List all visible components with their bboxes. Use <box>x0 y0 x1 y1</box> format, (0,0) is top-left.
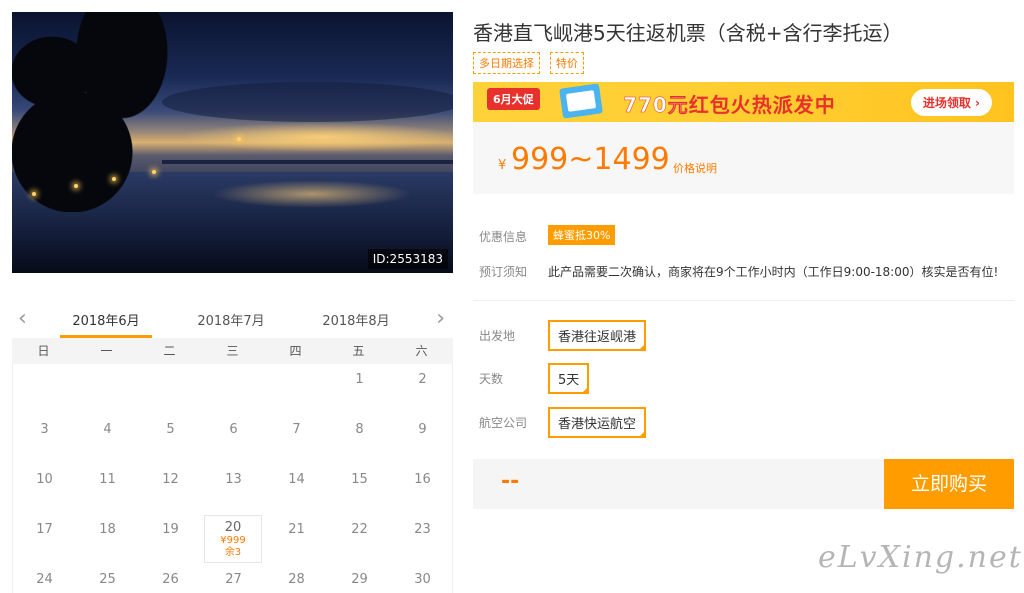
calendar-day[interactable]: 10 <box>13 464 76 514</box>
calendar-day[interactable]: 15 <box>328 464 391 514</box>
calendar-grid: 1 2 3 4 5 6 7 8 9 10 11 12 13 14 15 16 17 18 19 20 ¥999 余3 21 2… <box>12 364 453 593</box>
tag-special-price: 特价 <box>550 52 584 74</box>
weekday-label: 日 <box>37 344 50 358</box>
calendar-day[interactable]: 29 <box>328 564 391 593</box>
enter-venue-button[interactable]: 进场领取 › <box>910 89 992 116</box>
promo-amount: 770元 <box>623 93 689 118</box>
calendar-day[interactable]: 14 <box>265 464 328 514</box>
calendar-day[interactable]: 26 <box>139 564 202 593</box>
purchase-bar: -- 立即购买 <box>473 459 1014 509</box>
product-tags: 多日期选择 特价 <box>473 52 584 74</box>
photo-lamp <box>237 137 241 141</box>
departure-label: 出发地 <box>479 329 516 343</box>
discount-label: 优惠信息 <box>479 230 528 244</box>
notice-label: 预订须知 <box>479 265 528 279</box>
photo-id-label: ID:2553183 <box>367 249 448 269</box>
weekday-label: 四 <box>289 344 302 358</box>
calendar-day[interactable]: 25 <box>76 564 139 593</box>
weekday-label: 六 <box>415 344 428 358</box>
calendar-day[interactable]: 28 <box>265 564 328 593</box>
calendar-day[interactable]: 4 <box>76 414 139 464</box>
price-note-link[interactable]: 价格说明 <box>673 160 717 176</box>
discount-badge: 蜂蜜抵30% <box>548 225 616 245</box>
calendar-day[interactable]: 9 <box>391 414 454 464</box>
photo-reflection <box>212 180 412 208</box>
calendar-day-available[interactable]: 20 ¥999 余3 <box>204 515 262 563</box>
photo-lamp <box>32 192 36 196</box>
airline-label: 航空公司 <box>479 416 528 430</box>
calendar-day[interactable]: 22 <box>328 514 391 564</box>
calendar-day[interactable]: 2 <box>391 364 454 414</box>
calendar-day[interactable]: 8 <box>328 414 391 464</box>
promo-text: 770元红包火热派发中 <box>623 89 836 118</box>
divider <box>473 300 1014 301</box>
calendar-weekday-header: 日 一 二 三 四 五 六 <box>12 338 453 364</box>
airline-option[interactable]: 香港快运航空 <box>548 407 647 438</box>
calendar-day[interactable]: 16 <box>391 464 454 514</box>
tab-month-june[interactable]: 2018年6月 <box>60 310 152 338</box>
calendar-day[interactable]: 21 <box>265 514 328 564</box>
product-title: 香港直飞岘港5天往返机票（含税+含行李托运） <box>473 21 903 45</box>
weekday-label: 三 <box>226 344 239 358</box>
weekday-label: 二 <box>163 344 176 358</box>
calendar-day[interactable]: 27 <box>202 564 265 593</box>
days-option[interactable]: 5天 <box>548 363 590 394</box>
departure-option[interactable]: 香港往返岘港 <box>548 320 647 351</box>
days-label: 天数 <box>479 372 504 386</box>
calendar-day[interactable]: 5 <box>139 414 202 464</box>
booking-notice: 此产品需要二次确认，商家将在9个工作小时内（工作日9:00-18:00）核实是否… <box>548 265 999 279</box>
weekday-label: 五 <box>352 344 365 358</box>
weekday-label: 一 <box>100 344 113 358</box>
calendar-day[interactable]: 6 <box>202 414 265 464</box>
tag-multi-date: 多日期选择 <box>473 52 540 74</box>
chevron-left-icon[interactable]: ‹ <box>18 306 27 331</box>
buy-now-button[interactable]: 立即购买 <box>884 459 1014 509</box>
photo-lamp <box>112 177 116 181</box>
watermark: eLvXing.net <box>818 540 1023 575</box>
promo-banner[interactable]: 6月大促 770元红包火热派发中 进场领取 › <box>473 82 1014 122</box>
photo-lamp <box>152 170 156 174</box>
calendar-day-price: ¥999 <box>220 535 246 546</box>
price-box: ¥ 999~1499 价格说明 <box>473 122 1014 194</box>
promo-message: 红包火热派发中 <box>688 93 836 117</box>
photo-sunset-glow <box>182 122 453 152</box>
calendar-day[interactable]: 17 <box>13 514 76 564</box>
calendar-day[interactable]: 3 <box>13 414 76 464</box>
photo-lamp <box>74 184 78 188</box>
tab-month-august[interactable]: 2018年8月 <box>310 310 402 329</box>
promo-badge: 6月大促 <box>487 88 540 110</box>
calendar-day[interactable]: 11 <box>76 464 139 514</box>
calendar-day[interactable]: 19 <box>139 514 202 564</box>
calendar-day[interactable]: 13 <box>202 464 265 514</box>
calendar-day-number: 20 <box>224 520 242 535</box>
calendar-day[interactable]: 23 <box>391 514 454 564</box>
tab-month-july[interactable]: 2018年7月 <box>185 310 277 329</box>
product-photo: ID:2553183 <box>12 12 453 273</box>
total-price: -- <box>501 469 520 494</box>
calendar-day[interactable]: 7 <box>265 414 328 464</box>
currency-symbol: ¥ <box>498 158 507 173</box>
calendar-day-remaining: 余3 <box>224 547 242 558</box>
calendar-day[interactable]: 12 <box>139 464 202 514</box>
calendar-day[interactable]: 24 <box>13 564 76 593</box>
calendar-day[interactable]: 18 <box>76 514 139 564</box>
chevron-right-icon[interactable]: › <box>436 306 445 331</box>
calendar-month-nav: ‹ 2018年6月 2018年7月 2018年8月 › <box>12 300 453 338</box>
price-range: 999~1499 <box>511 142 670 177</box>
calendar-day[interactable]: 1 <box>328 364 391 414</box>
photo-palm-trees <box>12 12 212 212</box>
red-envelope-icon <box>559 83 603 119</box>
calendar-day[interactable]: 30 <box>391 564 454 593</box>
